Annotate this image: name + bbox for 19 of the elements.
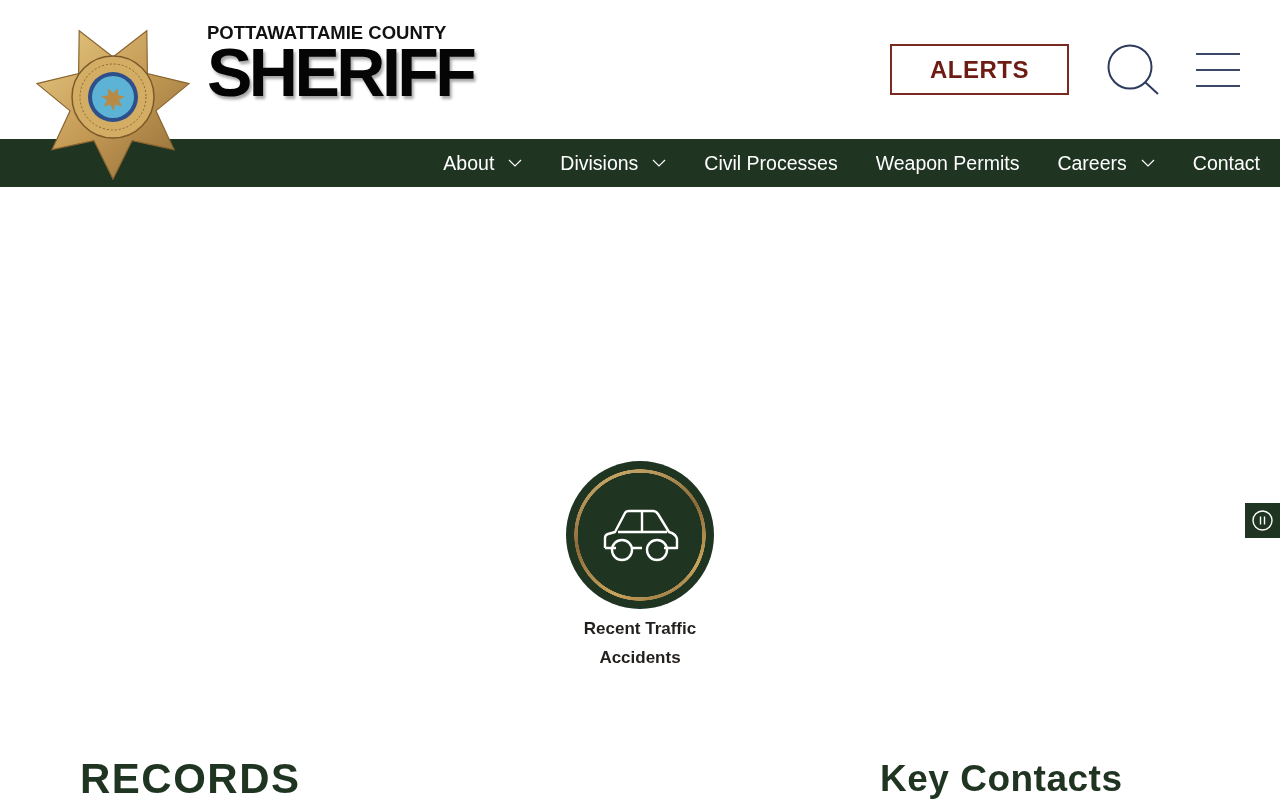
car-icon xyxy=(601,508,679,562)
county-name: POTTAWATTAMIE COUNTY xyxy=(207,22,448,43)
alerts-button[interactable]: ALERTS xyxy=(890,44,1069,96)
nav-link[interactable]: About xyxy=(443,151,523,175)
search-icon xyxy=(1107,44,1159,96)
pause-icon xyxy=(1252,510,1273,531)
nav-link[interactable]: Civil Processes xyxy=(704,151,838,175)
menu-icon xyxy=(1196,52,1240,87)
menu-button[interactable] xyxy=(1196,52,1240,87)
nav-link[interactable]: Weapon Permits xyxy=(875,151,1020,175)
quick-link-label[interactable]: Recent Traffic Accidents xyxy=(565,614,715,672)
nav-link[interactable]: Careers xyxy=(1057,151,1155,175)
section-heading: Key Contacts xyxy=(880,758,1123,800)
nav-link[interactable]: Contact xyxy=(1192,151,1260,175)
search-button[interactable] xyxy=(1107,44,1159,96)
site-title: SHERIFF xyxy=(207,42,474,101)
nav-link[interactable]: Divisions xyxy=(560,151,667,175)
section-heading: RECORDS xyxy=(80,758,301,800)
pause-button[interactable] xyxy=(1245,503,1280,538)
